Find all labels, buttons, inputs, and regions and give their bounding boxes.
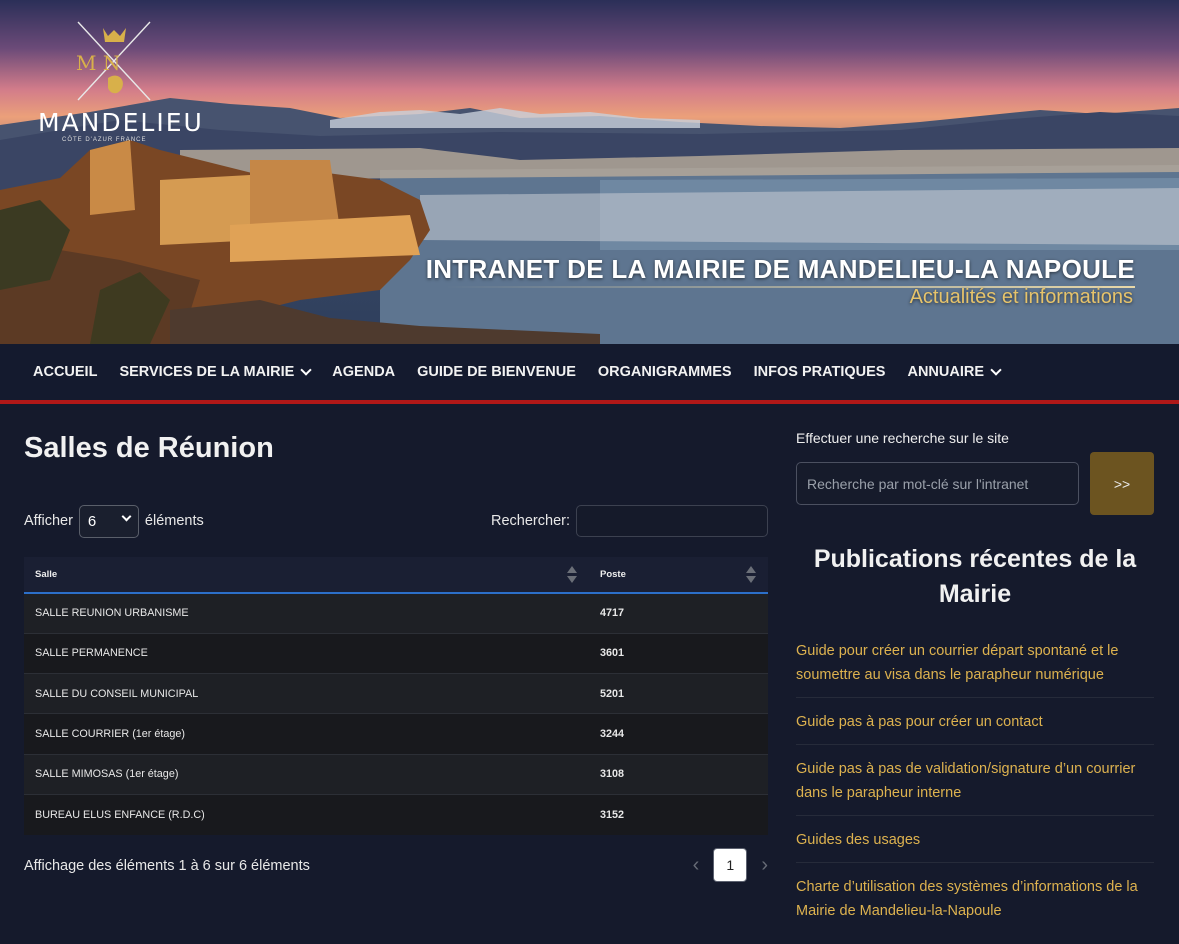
nav-label: SERVICES DE LA MAIRIE xyxy=(119,364,295,380)
cell-poste: 4717 xyxy=(589,592,768,634)
banner-title: INTRANET DE LA MAIRIE DE MANDELIEU-LA NA… xyxy=(425,254,1135,284)
table-row: SALLE COURRIER (1er étage) 3244 xyxy=(24,713,768,755)
table-row: SALLE PERMANENCE 3601 xyxy=(24,632,768,674)
nav-item-guide[interactable]: GUIDE DE BIENVENUE xyxy=(406,364,587,380)
cell-salle: SALLE MIMOSAS (1er étage) xyxy=(24,753,589,795)
column-header-salle[interactable]: Salle xyxy=(24,557,589,594)
nav-item-infos[interactable]: INFOS PRATIQUES xyxy=(743,364,897,380)
cell-salle: SALLE DU CONSEIL MUNICIPAL xyxy=(24,673,589,714)
nav-label: GUIDE DE BIENVENUE xyxy=(417,364,576,380)
publication-link[interactable]: Guides des usages xyxy=(796,827,1154,863)
page-title: Salles de Réunion xyxy=(24,432,274,464)
show-prefix: Afficher xyxy=(24,513,73,529)
publication-link[interactable]: Charte d’utilisation des systèmes d’info… xyxy=(796,874,1154,933)
rooms-table: Salle Poste SALLE REUNION URBANISME 4717 … xyxy=(24,557,768,835)
publications-heading: Publications récentes de la Mairie xyxy=(813,545,1137,608)
site-search-input[interactable]: Recherche par mot-clé sur l'intranet xyxy=(796,462,1079,505)
column-header-label: Salle xyxy=(35,569,58,580)
publication-link[interactable]: Guide pas à pas pour créer un contact xyxy=(796,709,1154,745)
cell-salle: SALLE PERMANENCE xyxy=(24,632,589,674)
pagination-prev-button[interactable]: ‹ xyxy=(693,854,700,877)
nav-label: ANNUAIRE xyxy=(907,364,984,380)
nav-item-accueil[interactable]: ACCUEIL xyxy=(22,364,108,380)
cell-salle: SALLE REUNION URBANISME xyxy=(24,592,589,634)
pagination-page-button[interactable]: 1 xyxy=(713,848,748,882)
svg-text:M N: M N xyxy=(76,51,120,75)
table-row: BUREAU ELUS ENFANCE (R.D.C) 3152 xyxy=(24,793,768,835)
search-label: Rechercher: xyxy=(491,513,570,529)
site-search-label: Effectuer une recherche sur le site xyxy=(796,430,1009,446)
logo-tagline: CÔTE D'AZUR FRANCE xyxy=(62,137,147,143)
pagination: ‹ 1 › xyxy=(693,848,768,882)
header-banner: M N MANDELIEU CÔTE D'AZUR FRANCE INTRANE… xyxy=(0,0,1179,344)
main-nav: ACCUEIL SERVICES DE LA MAIRIE AGENDA GUI… xyxy=(0,344,1179,404)
cell-poste: 3152 xyxy=(589,793,768,835)
nav-item-organigrammes[interactable]: ORGANIGRAMMES xyxy=(587,364,743,380)
nav-item-services[interactable]: SERVICES DE LA MAIRIE xyxy=(108,364,321,380)
cell-poste: 3108 xyxy=(589,753,768,795)
chevron-down-icon xyxy=(300,364,312,376)
column-header-poste[interactable]: Poste xyxy=(589,557,768,594)
page-length-select[interactable]: 6 xyxy=(78,504,139,538)
nav-label: ACCUEIL xyxy=(33,364,98,380)
nav-label: AGENDA xyxy=(332,364,396,380)
cell-salle: SALLE COURRIER (1er étage) xyxy=(24,713,589,755)
table-row: SALLE MIMOSAS (1er étage) 3108 xyxy=(24,753,768,795)
site-search-button[interactable]: >> xyxy=(1090,452,1154,515)
table-row: SALLE REUNION URBANISME 4717 xyxy=(24,592,768,634)
publication-link[interactable]: Guide pas à pas de validation/signature … xyxy=(796,756,1154,816)
publications-list: Guide pour créer un courrier départ spon… xyxy=(796,638,1154,944)
table-controls: Afficher 6 éléments Rechercher: xyxy=(24,504,768,538)
cell-salle: BUREAU ELUS ENFANCE (R.D.C) xyxy=(24,793,589,835)
sort-icon xyxy=(746,566,756,583)
logo-wordmark: MANDELIEU xyxy=(38,108,204,137)
page-length-value: 6 xyxy=(87,512,97,530)
cell-poste: 5201 xyxy=(589,673,768,714)
table-info: Affichage des éléments 1 à 6 sur 6 éléme… xyxy=(24,858,310,874)
sort-icon xyxy=(567,566,577,583)
table-search-input[interactable] xyxy=(576,505,768,537)
nav-item-annuaire[interactable]: ANNUAIRE xyxy=(896,364,1011,380)
publication-link[interactable]: Guide pour créer un courrier départ spon… xyxy=(796,638,1154,698)
column-header-label: Poste xyxy=(600,569,626,580)
cell-poste: 3244 xyxy=(589,713,768,755)
main-area: Salles de Réunion Afficher 6 éléments Re… xyxy=(0,404,1179,919)
show-suffix: éléments xyxy=(144,513,204,529)
chevron-down-icon xyxy=(121,511,132,521)
banner-subtitle: Actualités et informations xyxy=(909,286,1133,308)
chevron-down-icon xyxy=(990,364,1002,376)
cell-poste: 3601 xyxy=(589,632,768,674)
table-row: SALLE DU CONSEIL MUNICIPAL 5201 xyxy=(24,673,768,714)
pagination-next-button[interactable]: › xyxy=(761,854,768,877)
nav-item-agenda[interactable]: AGENDA xyxy=(321,364,406,380)
nav-label: ORGANIGRAMMES xyxy=(597,364,732,380)
nav-label: INFOS PRATIQUES xyxy=(753,364,886,380)
